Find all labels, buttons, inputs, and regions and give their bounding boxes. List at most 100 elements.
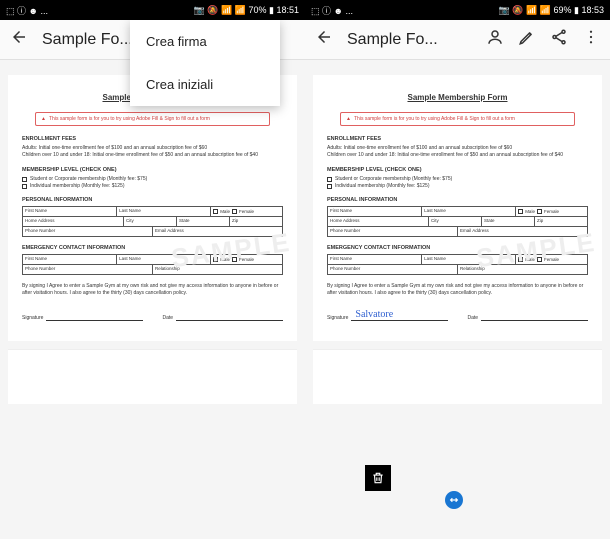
back-icon[interactable] [315,28,333,51]
date-line[interactable] [176,311,283,321]
warning-banner: This sample form is for you to try using… [35,112,270,126]
date-line[interactable] [481,311,588,321]
emergency-table: First Name Last Name Male Female Phone N… [22,254,283,275]
toolbar-actions [486,28,600,51]
fn-field[interactable]: First Name [328,207,422,216]
status-left-icons: ⬚ ⓘ ☻ ... [6,4,48,17]
sig-label: Signature [327,315,348,321]
placed-signature[interactable]: Salvatore [355,309,393,320]
personal-heading: PERSONAL INFORMATION [327,197,588,203]
email-field[interactable]: Email Address [153,227,282,236]
status-bar: ⬚ ⓘ ☻ ... 📷 🔕 📶 📶 69% ▮ 18:53 [305,0,610,20]
checkbox-icon[interactable] [518,209,523,214]
fn-field[interactable]: First Name [328,255,422,264]
agreement-text: By signing I Agree to enter a Sample Gym… [327,283,588,297]
state-field[interactable]: State [177,217,230,226]
signature-line[interactable]: Salvatore [351,311,447,321]
emergency-table: First Name Last Name Male Female Phone N… [327,254,588,275]
zip-field[interactable]: Zip [230,217,282,226]
checkbox-icon[interactable] [327,177,332,182]
level-heading: MEMBERSHIP LEVEL (CHECK ONE) [327,167,588,173]
app-bar: Sample Fo... [305,20,610,60]
status-right: 📷 🔕 📶 📶 70% ▮ 18:51 [194,5,299,16]
enroll-line: Children over 10 and under 18: Initial o… [22,152,283,159]
profile-icon[interactable] [486,28,504,51]
personal-table: First Name Last Name Male Female Home Ad… [22,206,283,237]
phone-field[interactable]: Phone Number [328,265,458,274]
fn-field[interactable]: First Name [23,255,117,264]
bottom-area [8,349,297,404]
enroll-line: Adults: Initial one-time enrollment fee … [22,145,283,152]
signature-row: Signature Salvatore Date [327,311,588,321]
checkbox-icon[interactable] [232,209,237,214]
rel-field[interactable]: Relationship [458,265,587,274]
checkbox-icon[interactable] [537,209,542,214]
document-viewport[interactable]: SAMPLE Sample Membership Form This sampl… [0,60,305,539]
status-bar: ⬚ ⓘ ☻ ... 📷 🔕 📶 📶 70% ▮ 18:51 [0,0,305,20]
phone-field[interactable]: Phone Number [23,227,153,236]
signature-line[interactable] [46,311,142,321]
emergency-heading: EMERGENCY CONTACT INFORMATION [22,245,283,251]
more-icon[interactable] [582,28,600,51]
phone-field[interactable]: Phone Number [328,227,458,236]
sign-pen-icon[interactable] [518,28,536,51]
level-heading: MEMBERSHIP LEVEL (CHECK ONE) [22,167,283,173]
bottom-area [313,349,602,404]
checkbox-row[interactable]: Student or Corporate membership (Monthly… [327,176,588,182]
checkbox-row[interactable]: Student or Corporate membership (Monthly… [22,176,283,182]
document-viewport[interactable]: SAMPLE Sample Membership Form This sampl… [305,60,610,539]
checkbox-row[interactable]: Individual membership (Monthly fee: $125… [22,183,283,189]
form-title: Sample Membership Form [327,93,588,102]
menu-create-initials[interactable]: Crea iniziali [130,63,280,106]
date-label: Date [468,315,479,321]
phone-left: ⬚ ⓘ ☻ ... 📷 🔕 📶 📶 70% ▮ 18:51 Sample Fo.… [0,0,305,539]
back-icon[interactable] [10,28,28,51]
status-right: 📷 🔕 📶 📶 69% ▮ 18:53 [499,5,604,16]
resize-handle[interactable] [445,491,463,509]
checkbox-icon[interactable] [213,209,218,214]
delete-signature-button[interactable] [365,465,391,491]
ln-field[interactable]: Last Name [117,255,211,264]
enrollment-heading: ENROLLMENT FEES [327,136,588,142]
phone-field[interactable]: Phone Number [23,265,153,274]
dropdown-menu: Crea firma Crea iniziali [130,20,280,106]
rel-field[interactable]: Relationship [153,265,282,274]
document-page: SAMPLE Sample Membership Form This sampl… [313,75,602,341]
phone-right: ⬚ ⓘ ☻ ... 📷 🔕 📶 📶 69% ▮ 18:53 Sample Fo.… [305,0,610,539]
personal-table: First Name Last Name Male Female Home Ad… [327,206,588,237]
fn-field[interactable]: First Name [23,207,117,216]
checkbox-icon[interactable] [537,257,542,262]
agreement-text: By signing I Agree to enter a Sample Gym… [22,283,283,297]
menu-create-signature[interactable]: Crea firma [130,20,280,63]
status-left-icons: ⬚ ⓘ ☻ ... [311,4,353,17]
checkbox-icon[interactable] [232,257,237,262]
email-field[interactable]: Email Address [458,227,587,236]
date-label: Date [163,315,174,321]
state-field[interactable]: State [482,217,535,226]
sig-label: Signature [22,315,43,321]
checkbox-icon[interactable] [327,184,332,189]
city-field[interactable]: City [124,217,177,226]
document-page: SAMPLE Sample Membership Form This sampl… [8,75,297,341]
checkbox-icon[interactable] [22,177,27,182]
ln-field[interactable]: Last Name [117,207,211,216]
enroll-line: Children over 10 and under 18: Initial o… [327,152,588,159]
checkbox-row[interactable]: Individual membership (Monthly fee: $125… [327,183,588,189]
home-field[interactable]: Home Address [23,217,124,226]
ln-field[interactable]: Last Name [422,207,516,216]
signature-row: Signature Date [22,311,283,321]
zip-field[interactable]: Zip [535,217,587,226]
warning-banner: This sample form is for you to try using… [340,112,575,126]
enrollment-heading: ENROLLMENT FEES [22,136,283,142]
checkbox-icon[interactable] [22,184,27,189]
enroll-line: Adults: Initial one-time enrollment fee … [327,145,588,152]
ln-field[interactable]: Last Name [422,255,516,264]
home-field[interactable]: Home Address [328,217,429,226]
checkbox-icon[interactable] [518,257,523,262]
city-field[interactable]: City [429,217,482,226]
share-icon[interactable] [550,28,568,51]
app-title: Sample Fo... [347,31,472,49]
checkbox-icon[interactable] [213,257,218,262]
emergency-heading: EMERGENCY CONTACT INFORMATION [327,245,588,251]
personal-heading: PERSONAL INFORMATION [22,197,283,203]
